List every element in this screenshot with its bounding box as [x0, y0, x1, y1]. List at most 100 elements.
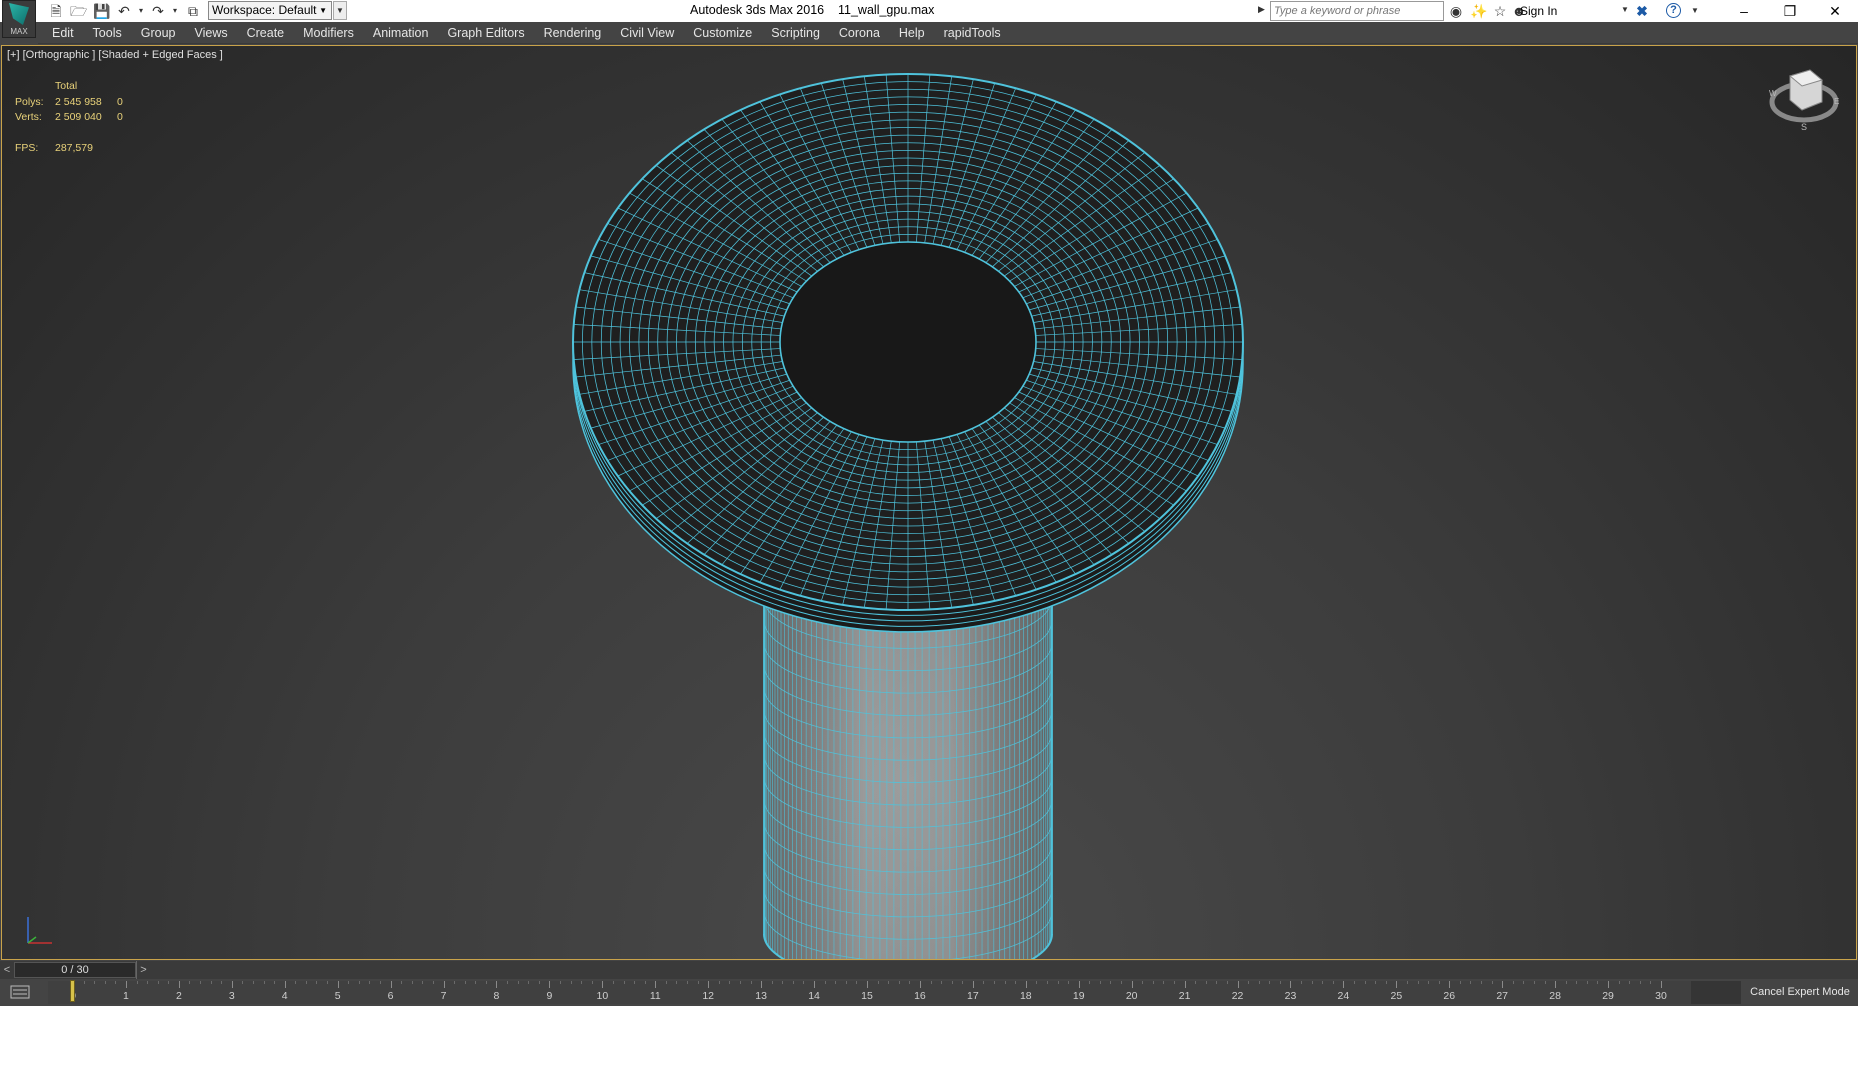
- time-slider[interactable]: < 0 / 30 >: [0, 961, 1858, 979]
- verts-label: Verts:: [15, 111, 42, 123]
- timeline-tick: [231, 981, 233, 988]
- timeline-minor-tick: [835, 981, 837, 984]
- quick-access-customize-button[interactable]: ▼: [333, 1, 347, 20]
- menu-group[interactable]: Group: [141, 26, 176, 40]
- menu-create[interactable]: Create: [247, 26, 285, 40]
- timeline-ruler[interactable]: 0123456789101112131415161718192021222324…: [48, 981, 1691, 1004]
- timeline-tick-label: 22: [1231, 990, 1244, 1002]
- timeline-minor-tick: [1481, 981, 1483, 984]
- redo-dropdown-icon[interactable]: ▾: [167, 3, 183, 19]
- timeline-tick-label: 24: [1337, 990, 1350, 1002]
- timeline-minor-tick: [1353, 981, 1355, 984]
- workspace-dropdown[interactable]: Workspace: Default ▼: [208, 1, 332, 20]
- redo-icon[interactable]: ↷: [150, 3, 166, 19]
- disc-mesh[interactable]: [572, 73, 1244, 633]
- timeline-minor-tick: [1544, 981, 1546, 984]
- time-slider-prev-button[interactable]: <: [0, 961, 14, 979]
- timeline-minor-tick: [1565, 981, 1567, 984]
- time-slider-next-button[interactable]: >: [136, 961, 150, 979]
- binoculars-icon[interactable]: ◉: [1448, 3, 1464, 19]
- timeline-minor-tick: [104, 981, 106, 984]
- time-slider-thumb[interactable]: 0 / 30: [14, 962, 136, 978]
- timeline-minor-tick: [1258, 981, 1260, 984]
- window-title: Autodesk 3ds Max 2016 11_wall_gpu.max: [690, 3, 935, 17]
- curve-editor-toggle-icon[interactable]: [10, 985, 30, 999]
- menu-tools[interactable]: Tools: [93, 26, 122, 40]
- timeline-tick-label: 29: [1602, 990, 1614, 1002]
- timeline-minor-tick: [856, 981, 858, 984]
- sign-in-dropdown-icon[interactable]: ▼: [1621, 5, 1629, 14]
- menu-rapidtools[interactable]: rapidTools: [944, 26, 1001, 40]
- timeline-minor-tick: [676, 981, 678, 984]
- timeline-minor-tick: [83, 981, 85, 984]
- close-button[interactable]: ✕: [1812, 0, 1858, 22]
- timeline-minor-tick: [1036, 981, 1038, 984]
- help-icon[interactable]: ?: [1666, 3, 1681, 18]
- cylinder-mesh[interactable]: [763, 575, 1053, 960]
- timeline-minor-tick: [612, 981, 614, 984]
- menu-civil-view[interactable]: Civil View: [620, 26, 674, 40]
- timeline-tick: [919, 981, 921, 988]
- stats-header: Total: [55, 80, 78, 92]
- timeline-tick: [1290, 981, 1292, 988]
- menu-corona[interactable]: Corona: [839, 26, 880, 40]
- menu-modifiers[interactable]: Modifiers: [303, 26, 354, 40]
- timeline-minor-tick: [718, 981, 720, 984]
- menu-animation[interactable]: Animation: [373, 26, 429, 40]
- restore-button[interactable]: ❐: [1767, 0, 1813, 22]
- sign-in-button[interactable]: Sign In: [1520, 4, 1557, 18]
- minimize-button[interactable]: –: [1721, 0, 1767, 22]
- menu-scripting[interactable]: Scripting: [771, 26, 820, 40]
- viewport-label-menu[interactable]: [+] [Orthographic ] [Shaded + Edged Face…: [7, 49, 223, 61]
- timeline-tick-label: 5: [334, 990, 341, 1002]
- timeline-minor-tick: [485, 981, 487, 984]
- timeline-minor-tick: [570, 981, 572, 984]
- new-file-icon[interactable]: 🗎: [48, 3, 64, 19]
- timeline-tick: [814, 981, 816, 988]
- chevron-down-icon: ▼: [319, 6, 327, 15]
- undo-icon[interactable]: ↶: [116, 3, 132, 19]
- app-logo-button[interactable]: MAX: [2, 0, 36, 38]
- timeline-minor-tick: [369, 981, 371, 984]
- viewport-scene[interactable]: [2, 46, 1857, 960]
- menu-edit[interactable]: Edit: [52, 26, 74, 40]
- timeline-minor-tick: [1174, 981, 1175, 984]
- timeline-minor-tick: [189, 981, 191, 984]
- perspective-viewport[interactable]: [+] [Orthographic ] [Shaded + Edged Face…: [1, 45, 1857, 960]
- save-file-icon[interactable]: 💾: [93, 3, 110, 19]
- menu-graph-editors[interactable]: Graph Editors: [447, 26, 524, 40]
- open-file-icon[interactable]: 🗁: [70, 3, 87, 19]
- timeline-tick: [1184, 981, 1186, 988]
- current-frame-marker[interactable]: [70, 980, 75, 1002]
- undo-dropdown-icon[interactable]: ▾: [133, 3, 149, 19]
- exchange-apps-icon[interactable]: ✖: [1634, 3, 1650, 19]
- timeline-minor-tick: [1279, 981, 1281, 984]
- timeline-minor-tick: [115, 981, 117, 984]
- menu-help[interactable]: Help: [899, 26, 925, 40]
- project-folder-icon[interactable]: ⧉: [185, 3, 201, 19]
- timeline-minor-tick: [729, 981, 731, 984]
- timeline-minor-tick: [581, 981, 583, 984]
- verts-value: 2 509 040: [55, 111, 102, 123]
- timeline-minor-tick: [909, 981, 911, 984]
- timeline-minor-tick: [739, 981, 741, 984]
- timeline-minor-tick: [1269, 981, 1271, 984]
- timeline-tick: [1502, 981, 1504, 988]
- communication-center-icon[interactable]: ✨: [1470, 3, 1487, 19]
- viewcube-widget[interactable]: S W E: [1764, 64, 1844, 134]
- search-expand-icon[interactable]: ▶: [1258, 4, 1265, 15]
- polys-value: 2 545 958: [55, 95, 102, 108]
- favorites-star-icon[interactable]: ☆: [1492, 3, 1508, 19]
- menu-customize[interactable]: Customize: [693, 26, 752, 40]
- timeline-minor-tick: [1322, 981, 1324, 984]
- timeline-minor-tick: [305, 981, 307, 984]
- menu-views[interactable]: Views: [194, 26, 227, 40]
- timeline-minor-tick: [517, 981, 519, 984]
- menu-rendering[interactable]: Rendering: [544, 26, 602, 40]
- cancel-expert-mode-button[interactable]: Cancel Expert Mode: [1742, 979, 1858, 1006]
- help-dropdown-icon[interactable]: ▼: [1687, 3, 1703, 19]
- timeline-minor-tick: [1523, 981, 1525, 984]
- timeline-tick-label: 15: [861, 990, 873, 1002]
- timeline-minor-tick: [1226, 981, 1228, 984]
- search-input[interactable]: [1270, 1, 1444, 21]
